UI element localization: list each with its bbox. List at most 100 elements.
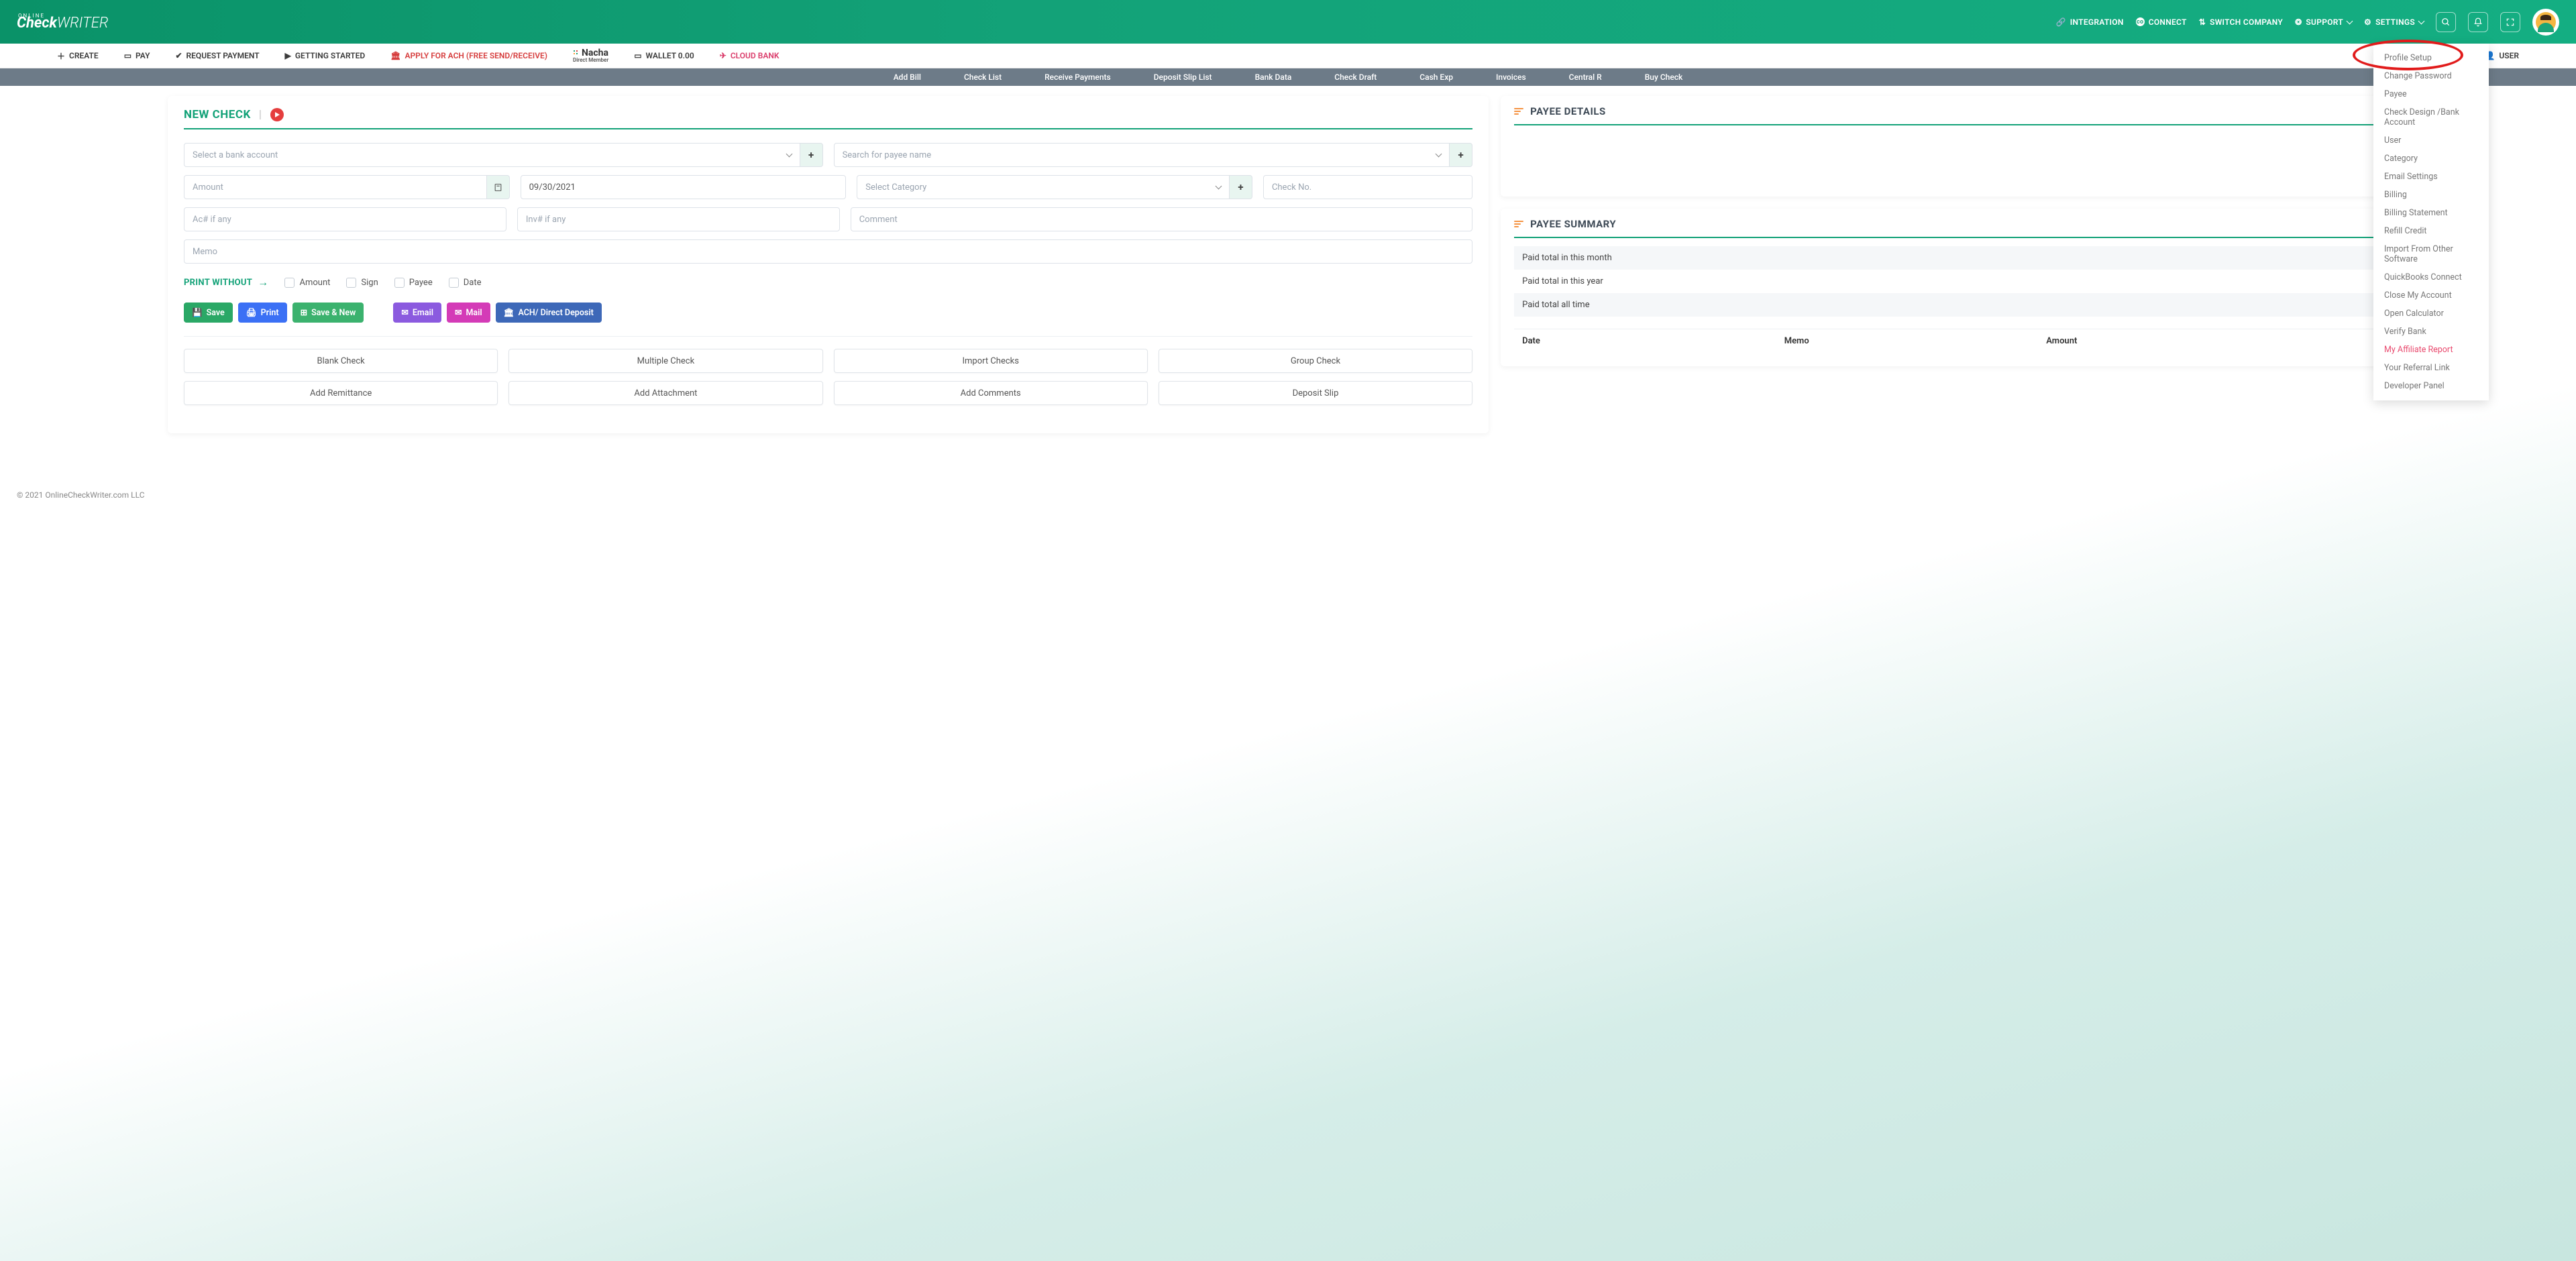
settings-menu-item[interactable]: Refill Credit: [2373, 222, 2489, 240]
settings-menu-item[interactable]: Import From Other Software: [2373, 240, 2489, 268]
summary-row: Paid total in this month: [1514, 246, 2395, 270]
user-avatar[interactable]: [2532, 9, 2559, 36]
payee-details-card: PAYEE DETAILS: [1501, 96, 2408, 197]
sub-nav-item[interactable]: Central R: [1548, 72, 1623, 82]
sub-nav-item[interactable]: Receive Payments: [1023, 72, 1132, 82]
mail-icon: ✉: [455, 307, 462, 318]
sub-nav-item[interactable]: Cash Exp: [1398, 72, 1474, 82]
sub-nav-item[interactable]: Invoices: [1474, 72, 1548, 82]
nav-connect[interactable]: co CONNECT: [2136, 17, 2187, 27]
save-button[interactable]: 💾Save: [184, 303, 233, 323]
plus-square-icon: ⊞: [301, 307, 307, 318]
settings-menu-item[interactable]: My Affiliate Report: [2373, 341, 2489, 359]
chevron-down-icon: [1215, 183, 1222, 190]
ach-button[interactable]: 🏛ACH/ Direct Deposit: [496, 303, 602, 323]
cb-payee[interactable]: Payee: [394, 278, 433, 288]
settings-menu-item[interactable]: QuickBooks Connect: [2373, 268, 2489, 286]
wallet-icon: ▭: [634, 51, 641, 60]
settings-menu-item[interactable]: Verify Bank: [2373, 323, 2489, 341]
multiple-check-button[interactable]: Multiple Check: [508, 349, 822, 373]
sub-nav-item[interactable]: Buy Check: [1623, 72, 1705, 82]
blank-check-button[interactable]: Blank Check: [184, 349, 498, 373]
search-button[interactable]: [2436, 12, 2456, 32]
nav-integration[interactable]: 🔗 INTEGRATION: [2056, 17, 2124, 27]
nav-support[interactable]: ❂ SUPPORT: [2295, 17, 2352, 27]
gear-icon: ⚙: [2364, 17, 2371, 27]
check-no-input[interactable]: [1263, 175, 1472, 199]
sub-nav-item[interactable]: Deposit Slip List: [1132, 72, 1234, 82]
nav-wallet[interactable]: ▭WALLET 0.00: [634, 51, 694, 60]
settings-menu-item[interactable]: Profile Setup: [2373, 49, 2489, 67]
date-input[interactable]: [521, 175, 847, 199]
nav-nacha[interactable]: NachaDirect Member: [573, 48, 608, 63]
chevron-down-icon: [2418, 18, 2425, 25]
nav-cloud-bank[interactable]: ✈CLOUD BANK: [720, 51, 780, 60]
sub-nav-item[interactable]: Check List: [943, 72, 1023, 82]
play-button[interactable]: [270, 108, 284, 121]
settings-menu-item[interactable]: Close My Account: [2373, 286, 2489, 305]
expand-icon: [2506, 17, 2515, 27]
add-comments-button[interactable]: Add Comments: [834, 381, 1148, 405]
nav-create[interactable]: ＋CREATE: [57, 50, 99, 62]
bank-account-select[interactable]: Select a bank account: [184, 143, 800, 167]
chevron-down-icon: [2347, 18, 2353, 25]
inv-input[interactable]: [517, 207, 840, 231]
add-attachment-button[interactable]: Add Attachment: [508, 381, 822, 405]
cb-date[interactable]: Date: [449, 278, 482, 288]
nav-request-payment[interactable]: ✔REQUEST PAYMENT: [175, 51, 259, 60]
settings-menu-item[interactable]: User: [2373, 131, 2489, 150]
ac-input[interactable]: [184, 207, 506, 231]
cb-amount[interactable]: Amount: [284, 278, 330, 288]
import-checks-button[interactable]: Import Checks: [834, 349, 1148, 373]
search-icon: [2441, 17, 2451, 27]
nav-switch-company[interactable]: ⇅ SWITCH COMPANY: [2199, 17, 2283, 27]
chevron-down-icon: [1436, 151, 1442, 158]
settings-menu-item[interactable]: Email Settings: [2373, 168, 2489, 186]
group-check-button[interactable]: Group Check: [1159, 349, 1472, 373]
comment-input[interactable]: [851, 207, 1472, 231]
print-without-label: PRINT WITHOUT→: [184, 276, 268, 289]
sub-nav: Add BillCheck ListReceive PaymentsDeposi…: [0, 68, 2576, 86]
lines-icon: [1514, 108, 1523, 115]
settings-menu-item[interactable]: Developer Panel: [2373, 377, 2489, 395]
nav-getting-started[interactable]: ▶GETTING STARTED: [285, 51, 366, 60]
sub-nav-item[interactable]: Add Bill: [872, 72, 943, 82]
logo[interactable]: ONLINE CheckWRITER: [17, 13, 108, 32]
fullscreen-button[interactable]: [2500, 12, 2520, 32]
deposit-slip-button[interactable]: Deposit Slip: [1159, 381, 1472, 405]
card-title: NEW CHECK |: [184, 108, 1472, 129]
settings-menu-item[interactable]: Your Referral Link: [2373, 359, 2489, 377]
amount-input[interactable]: [184, 175, 487, 199]
save-new-button[interactable]: ⊞Save & New: [292, 303, 364, 323]
memo-input[interactable]: [184, 239, 1472, 264]
settings-menu-item[interactable]: Billing Statement: [2373, 204, 2489, 222]
email-button[interactable]: ✉Email: [393, 303, 441, 323]
add-category-button[interactable]: +: [1230, 175, 1252, 199]
notifications-button[interactable]: [2468, 12, 2488, 32]
settings-menu-item[interactable]: Category: [2373, 150, 2489, 168]
sub-nav-item[interactable]: Bank Data: [1234, 72, 1313, 82]
nav-user[interactable]: 👤USER: [2485, 51, 2519, 60]
nav-apply-ach[interactable]: 🏛APPLY FOR ACH (FREE SEND/RECEIVE): [390, 51, 547, 60]
settings-menu-item[interactable]: Check Design /Bank Account: [2373, 103, 2489, 131]
lines-icon: [1514, 221, 1523, 227]
print-button[interactable]: 🖨Print: [238, 303, 287, 323]
connect-icon: co: [2136, 17, 2145, 26]
nav-pay[interactable]: ▭PAY: [124, 51, 150, 60]
add-remittance-button[interactable]: Add Remittance: [184, 381, 498, 405]
calculator-button[interactable]: [487, 175, 510, 199]
cb-sign[interactable]: Sign: [346, 278, 378, 288]
nav-settings[interactable]: ⚙ SETTINGS: [2364, 17, 2424, 27]
mail-button[interactable]: ✉Mail: [447, 303, 490, 323]
settings-menu-item[interactable]: Billing: [2373, 186, 2489, 204]
add-payee-button[interactable]: +: [1450, 143, 1472, 167]
settings-menu-item[interactable]: Change Password: [2373, 67, 2489, 85]
switch-icon: ⇅: [2199, 17, 2206, 27]
add-bank-button[interactable]: +: [800, 143, 823, 167]
payee-select[interactable]: Search for payee name: [834, 143, 1450, 167]
settings-menu-item[interactable]: Payee: [2373, 85, 2489, 103]
sub-nav-item[interactable]: Check Draft: [1313, 72, 1398, 82]
settings-menu-item[interactable]: Open Calculator: [2373, 305, 2489, 323]
category-select[interactable]: Select Category: [857, 175, 1230, 199]
print-icon: 🖨: [246, 308, 257, 318]
